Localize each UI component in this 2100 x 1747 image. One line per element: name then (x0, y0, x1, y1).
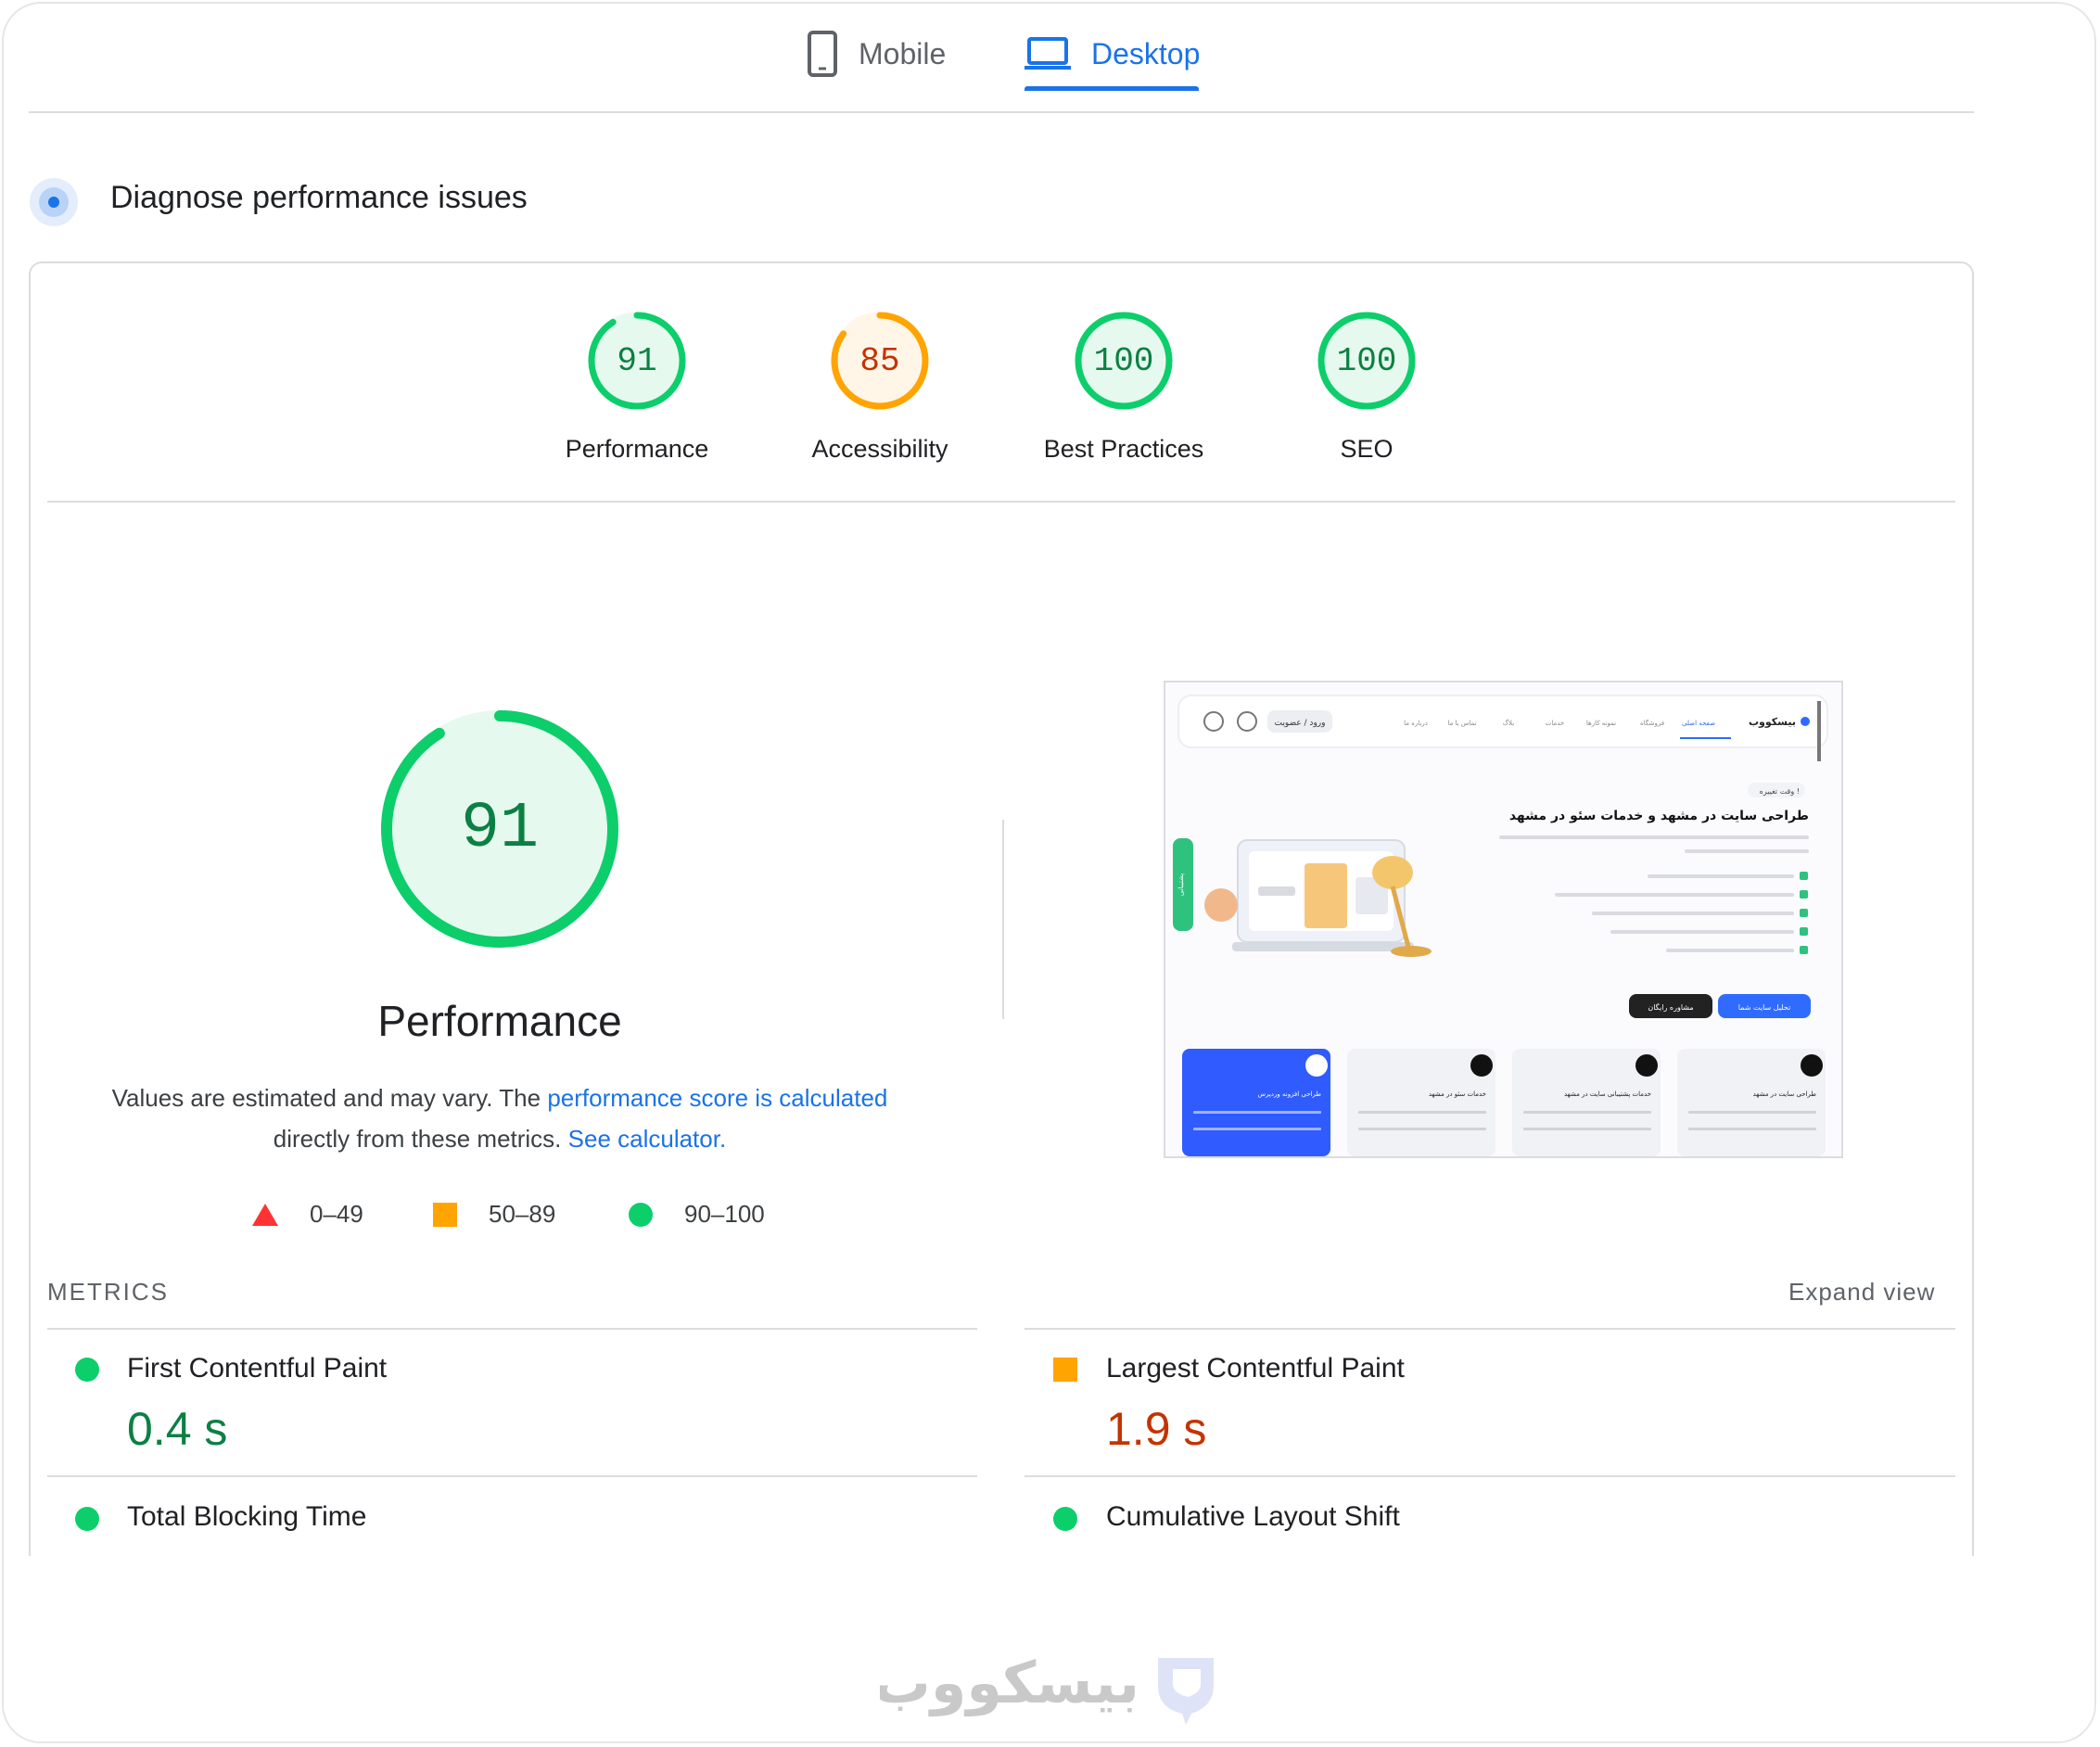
pass-circle-icon (75, 1358, 99, 1382)
metric-lcp-value: 1.9 s (1106, 1403, 1207, 1455)
expand-view-button[interactable]: Expand view (1788, 1278, 1935, 1307)
card-title: طراحی افزونه وردپرس (1258, 1090, 1322, 1098)
category-gauge-performance[interactable]: 91 (586, 310, 688, 412)
final-screenshot: ورود / عضویت صفحه اصلی فروشگاه نمونه کارها… (1164, 681, 1843, 1158)
category-label: Accessibility (811, 435, 948, 463)
metrics-divider (47, 1328, 977, 1330)
metric-lcp-name: Largest Contentful Paint (1106, 1353, 1405, 1384)
site-nav-item[interactable]: نمونه کارها (1586, 720, 1616, 727)
scores-divider (47, 501, 1955, 503)
site-nav-item[interactable]: فروشگاه (1640, 719, 1664, 727)
performance-main-score: 91 (460, 792, 539, 866)
score-calculation-link[interactable]: performance score is calculated (547, 1084, 887, 1112)
site-brand: بیسکووب (1749, 716, 1796, 728)
legend-average: 50–89 (433, 1200, 555, 1229)
tab-desktop-label: Desktop (1091, 36, 1201, 70)
site-nav-item[interactable]: تماس با ما (1447, 720, 1476, 727)
category-label: Performance (565, 435, 709, 463)
metrics-divider (1025, 1475, 1955, 1477)
tabs-divider (29, 111, 1974, 113)
card-title: خدمات پشتیبانی سایت در مشهد (1564, 1090, 1651, 1098)
site-nav-item[interactable]: خدمات (1546, 720, 1564, 727)
note-prefix: Values are estimated and may vary. The (111, 1084, 548, 1112)
note-middle: directly from these metrics. (273, 1125, 568, 1153)
legend-average-range: 50–89 (489, 1200, 556, 1228)
see-calculator-link[interactable]: See calculator. (568, 1125, 727, 1153)
website-screenshot-svg: ورود / عضویت صفحه اصلی فروشگاه نمونه کارها… (1165, 682, 1841, 1156)
performance-main-gauge: 91 (375, 704, 625, 954)
metrics-header: METRICS (47, 1278, 169, 1306)
legend-fail: 0–49 (252, 1200, 363, 1229)
category-score: 100 (1336, 341, 1397, 380)
watermark-logo-icon: بیسکووب (873, 1649, 1214, 1725)
category-label: Best Practices (1043, 435, 1204, 463)
circle-icon (629, 1202, 653, 1227)
diagnose-icon (30, 178, 78, 226)
category-gauge-seo[interactable]: 100 (1316, 310, 1418, 412)
active-tab-indicator (1025, 86, 1199, 91)
legend-pass: 90–100 (629, 1200, 765, 1229)
login-button-text: ورود / عضویت (1275, 719, 1326, 728)
performance-title: Performance (377, 997, 622, 1045)
tab-desktop[interactable]: Desktop (1025, 15, 1200, 93)
category-gauge-best-practices[interactable]: 100 (1073, 310, 1175, 412)
tab-mobile[interactable]: Mobile (807, 15, 946, 93)
vertical-divider (1002, 820, 1004, 1019)
watermark-text: بیسکووب (880, 1649, 1139, 1716)
metrics-divider (47, 1475, 977, 1477)
site-nav-item[interactable]: درباره ما (1404, 720, 1428, 727)
hero-headline: طراحی سایت در مشهد و خدمات سئو در مشهد (1509, 809, 1809, 823)
legend-pass-range: 90–100 (684, 1200, 765, 1228)
site-nav-item[interactable]: صفحه اصلی (1682, 720, 1715, 727)
tab-mobile-label: Mobile (859, 36, 947, 70)
metric-cls-name: Cumulative Layout Shift (1106, 1501, 1400, 1532)
card-title: خدمات سئو در مشهد (1429, 1090, 1486, 1098)
score-note: Values are estimated and may vary. The p… (78, 1078, 922, 1159)
pass-circle-icon (1053, 1507, 1077, 1531)
hero-cta-secondary[interactable]: مشاوره رایگان (1648, 1002, 1693, 1012)
metric-tbt-name: Total Blocking Time (127, 1501, 367, 1532)
hero-cta-primary[interactable]: تحلیل سایت شما (1738, 1003, 1791, 1012)
watermark: بیسکووب (873, 1645, 1232, 1728)
category-gauge-accessibility[interactable]: 85 (829, 310, 931, 412)
page-frame: Mobile Desktop Diagnose performance issu… (2, 2, 2096, 1743)
triangle-icon (252, 1203, 278, 1226)
category-score: 85 (859, 341, 900, 380)
site-nav-item[interactable]: بلاگ (1503, 719, 1514, 727)
average-square-icon (1053, 1358, 1077, 1382)
metrics-divider (1025, 1328, 1955, 1330)
section-title: Diagnose performance issues (110, 180, 528, 215)
legend-fail-range: 0–49 (310, 1200, 363, 1228)
card-title: طراحی سایت در مشهد (1753, 1090, 1817, 1098)
pass-circle-icon (75, 1507, 99, 1531)
category-score: 91 (617, 341, 657, 380)
category-label: SEO (1340, 435, 1394, 463)
support-side-tab[interactable]: پشتیبانی (1177, 874, 1185, 896)
phone-icon (808, 31, 837, 77)
metric-fcp-value: 0.4 s (127, 1403, 228, 1455)
category-score: 100 (1093, 341, 1154, 380)
hero-badge: وقت تغییره ! (1760, 787, 1800, 796)
square-icon (433, 1202, 457, 1227)
laptop-icon (1025, 37, 1071, 70)
metric-fcp-name: First Contentful Paint (127, 1353, 388, 1384)
